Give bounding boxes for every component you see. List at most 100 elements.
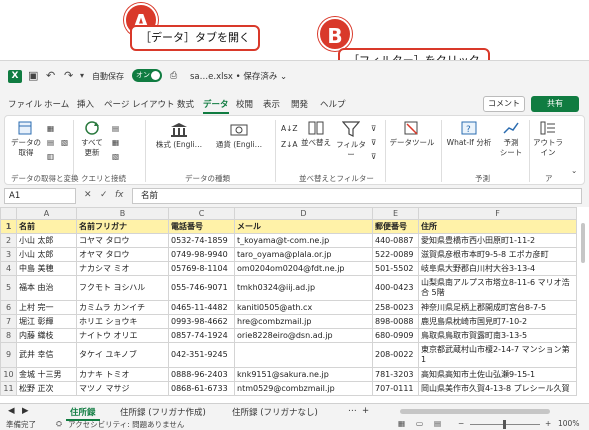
cell-d[interactable]: orie8228eiro@dsn.ad.jp: [234, 328, 373, 343]
cell-f[interactable]: 高知県高知市土佐山弘瀬9-15-1: [418, 367, 577, 382]
clear-filter-icon[interactable]: ⊽: [371, 124, 377, 134]
cell-b[interactable]: タケイ ユキノブ: [76, 342, 169, 368]
sort-button[interactable]: 並べ替え: [301, 120, 331, 148]
table-row[interactable]: 2 小山 太郎 コヤマ タロウ 0532-74-1859 t_koyama@t-com.…: [0, 233, 577, 248]
table-row[interactable]: 4 中島 美穂 ナカシマ ミオ 05769-8-1104 om0204om0204@fd…: [0, 261, 577, 276]
sheet-tab-no-furigana[interactable]: 住所録 (フリガナなし): [232, 406, 318, 418]
cell-b[interactable]: ホリエ ショウキ: [76, 314, 169, 329]
tab-formulas[interactable]: 数式: [177, 98, 194, 110]
import-icon-3[interactable]: ▥: [47, 152, 54, 162]
fx-icon[interactable]: fx: [115, 190, 124, 200]
cell-e[interactable]: 440-0887: [372, 233, 419, 248]
cell-c[interactable]: 0532-74-1859: [168, 233, 235, 248]
filter-button[interactable]: フィルター: [335, 120, 367, 160]
row-header[interactable]: 4: [0, 261, 17, 276]
cell-d[interactable]: [234, 342, 373, 368]
query-icon-3[interactable]: ▧: [112, 152, 119, 162]
table-row[interactable]: 3 小山 太郎 オヤマ タロウ 0749-98-9940 taro_oyama@plal…: [0, 247, 577, 262]
column-header[interactable]: E: [372, 207, 419, 220]
cell-b[interactable]: ナカシマ ミオ: [76, 261, 169, 276]
cell-a[interactable]: 小山 太郎: [16, 247, 77, 262]
cell-c[interactable]: 電話番号: [168, 219, 235, 234]
redo-icon[interactable]: ↷: [64, 69, 73, 83]
table-row[interactable]: 8 内藤 織枝 ナイトウ オリエ 0857-74-1924 orie8228eiro@d…: [0, 328, 577, 343]
table-row[interactable]: 9 武井 幸信 タケイ ユキノブ 042-351-9245 208-0022 東京都武蔵村…: [0, 342, 577, 368]
table-row[interactable]: 5 福本 由治 フクモト ヨシハル 055-746-9071 tmkh0324@iij.…: [0, 275, 577, 301]
cell-c[interactable]: 055-746-9071: [168, 275, 235, 301]
share-button[interactable]: 共有: [531, 96, 579, 112]
page-break-view-icon[interactable]: ▤: [434, 419, 441, 428]
sheet-nav-next-icon[interactable]: ▶: [22, 406, 29, 416]
tab-developer[interactable]: 開発: [291, 98, 308, 110]
tab-review[interactable]: 校閲: [236, 98, 253, 110]
cell-a[interactable]: 内藤 織枝: [16, 328, 77, 343]
row-header[interactable]: 3: [0, 247, 17, 262]
cell-a[interactable]: 上村 完一: [16, 300, 77, 315]
cell-e[interactable]: 522-0089: [372, 247, 419, 262]
cell-b[interactable]: コヤマ タロウ: [76, 233, 169, 248]
column-header[interactable]: F: [418, 207, 577, 220]
reapply-filter-icon[interactable]: ⊽: [371, 138, 377, 148]
column-header[interactable]: D: [234, 207, 373, 220]
cell-e[interactable]: 898-0088: [372, 314, 419, 329]
row-header[interactable]: 9: [0, 342, 17, 368]
cell-d[interactable]: knk9151@sakura.ne.jp: [234, 367, 373, 382]
accessibility-status[interactable]: アクセシビリティ: 問題ありません: [68, 419, 184, 430]
import-icon-2[interactable]: ▤: [47, 138, 54, 148]
sheet-nav-prev-icon[interactable]: ◀: [8, 406, 15, 416]
cell-f[interactable]: 住所: [418, 219, 577, 234]
cell-d[interactable]: ntm0529@combzmail.jp: [234, 381, 373, 396]
cell-d[interactable]: tmkh0324@iij.ad.jp: [234, 275, 373, 301]
save-icon[interactable]: ▣: [28, 69, 38, 83]
cell-b[interactable]: ナイトウ オリエ: [76, 328, 169, 343]
cell-d[interactable]: t_koyama@t-com.ne.jp: [234, 233, 373, 248]
formula-input[interactable]: 名前: [132, 188, 582, 204]
sort-za-icon[interactable]: Z↓A: [281, 140, 298, 150]
sort-az-icon[interactable]: A↓Z: [281, 124, 298, 134]
zoom-out-icon[interactable]: −: [458, 419, 464, 428]
cell-f[interactable]: 滋賀県彦根市本町9-5-8 エポカ彦町: [418, 247, 577, 262]
cell-a[interactable]: 福本 由治: [16, 275, 77, 301]
forecast-sheet-button[interactable]: 予測 シート: [497, 120, 525, 158]
row-header[interactable]: 5: [0, 275, 17, 301]
spreadsheet-grid[interactable]: A B C D E F 1 名前 名前フリガナ 電話番号 メール 郵便番号 住所 2 小山 太郎…: [0, 207, 589, 403]
ribbon-collapse-icon[interactable]: ⌄: [571, 166, 577, 176]
zoom-slider-thumb[interactable]: [503, 420, 506, 429]
comment-button[interactable]: コメント: [483, 96, 525, 112]
file-title[interactable]: sa…e.xlsx • 保存済み ⌄: [190, 70, 287, 82]
cell-d[interactable]: kaniti0505@ath.cx: [234, 300, 373, 315]
cell-f[interactable]: 岐阜県大野郡白川村大谷3-13-4: [418, 261, 577, 276]
data-tools-button[interactable]: データツール: [389, 120, 435, 148]
cell-f[interactable]: 神奈川県足柄上郡開成町宮台8-7-5: [418, 300, 577, 315]
cell-f[interactable]: 愛知県豊橋市西小田原町1-11-2: [418, 233, 577, 248]
cell-c[interactable]: 0857-74-1924: [168, 328, 235, 343]
whatif-button[interactable]: ? What-If 分析: [445, 120, 493, 148]
table-row[interactable]: 11 松野 正次 マツノ マサジ 0868-61-6733 ntm0529@combzm…: [0, 381, 577, 396]
tab-insert[interactable]: 挿入: [77, 98, 94, 110]
cell-e[interactable]: 258-0023: [372, 300, 419, 315]
currency-button[interactable]: 通貨 (Engli…: [211, 122, 267, 150]
cell-b[interactable]: マツノ マサジ: [76, 381, 169, 396]
cell-a[interactable]: 名前: [16, 219, 77, 234]
cell-c[interactable]: 0868-61-6733: [168, 381, 235, 396]
cell-d[interactable]: om0204om0204@fdt.ne.jp: [234, 261, 373, 276]
cell-c[interactable]: 0993-98-4662: [168, 314, 235, 329]
tab-home[interactable]: ホーム: [44, 98, 69, 110]
row-header[interactable]: 2: [0, 233, 17, 248]
query-icon-1[interactable]: ▤: [112, 124, 119, 134]
zoom-level[interactable]: 100%: [558, 419, 579, 428]
get-data-button[interactable]: データの 取得: [11, 120, 41, 158]
cell-b[interactable]: 名前フリガナ: [76, 219, 169, 234]
table-row[interactable]: 1 名前 名前フリガナ 電話番号 メール 郵便番号 住所: [0, 219, 577, 234]
cell-b[interactable]: オヤマ タロウ: [76, 247, 169, 262]
cell-d[interactable]: hre@combzmail.jp: [234, 314, 373, 329]
cell-d[interactable]: taro_oyama@plala.or.jp: [234, 247, 373, 262]
tab-help[interactable]: ヘルプ: [320, 98, 346, 110]
customize-qa-icon[interactable]: ▾: [80, 69, 84, 83]
table-row[interactable]: 6 上村 完一 カミムラ カンイチ 0465-11-4482 kaniti0505@at…: [0, 300, 577, 315]
row-header[interactable]: 10: [0, 367, 17, 382]
page-layout-view-icon[interactable]: ▭: [416, 419, 423, 428]
cell-a[interactable]: 金城 十三男: [16, 367, 77, 382]
column-header[interactable]: A: [16, 207, 77, 220]
tab-page-layout[interactable]: ページ レイアウト: [104, 98, 175, 110]
